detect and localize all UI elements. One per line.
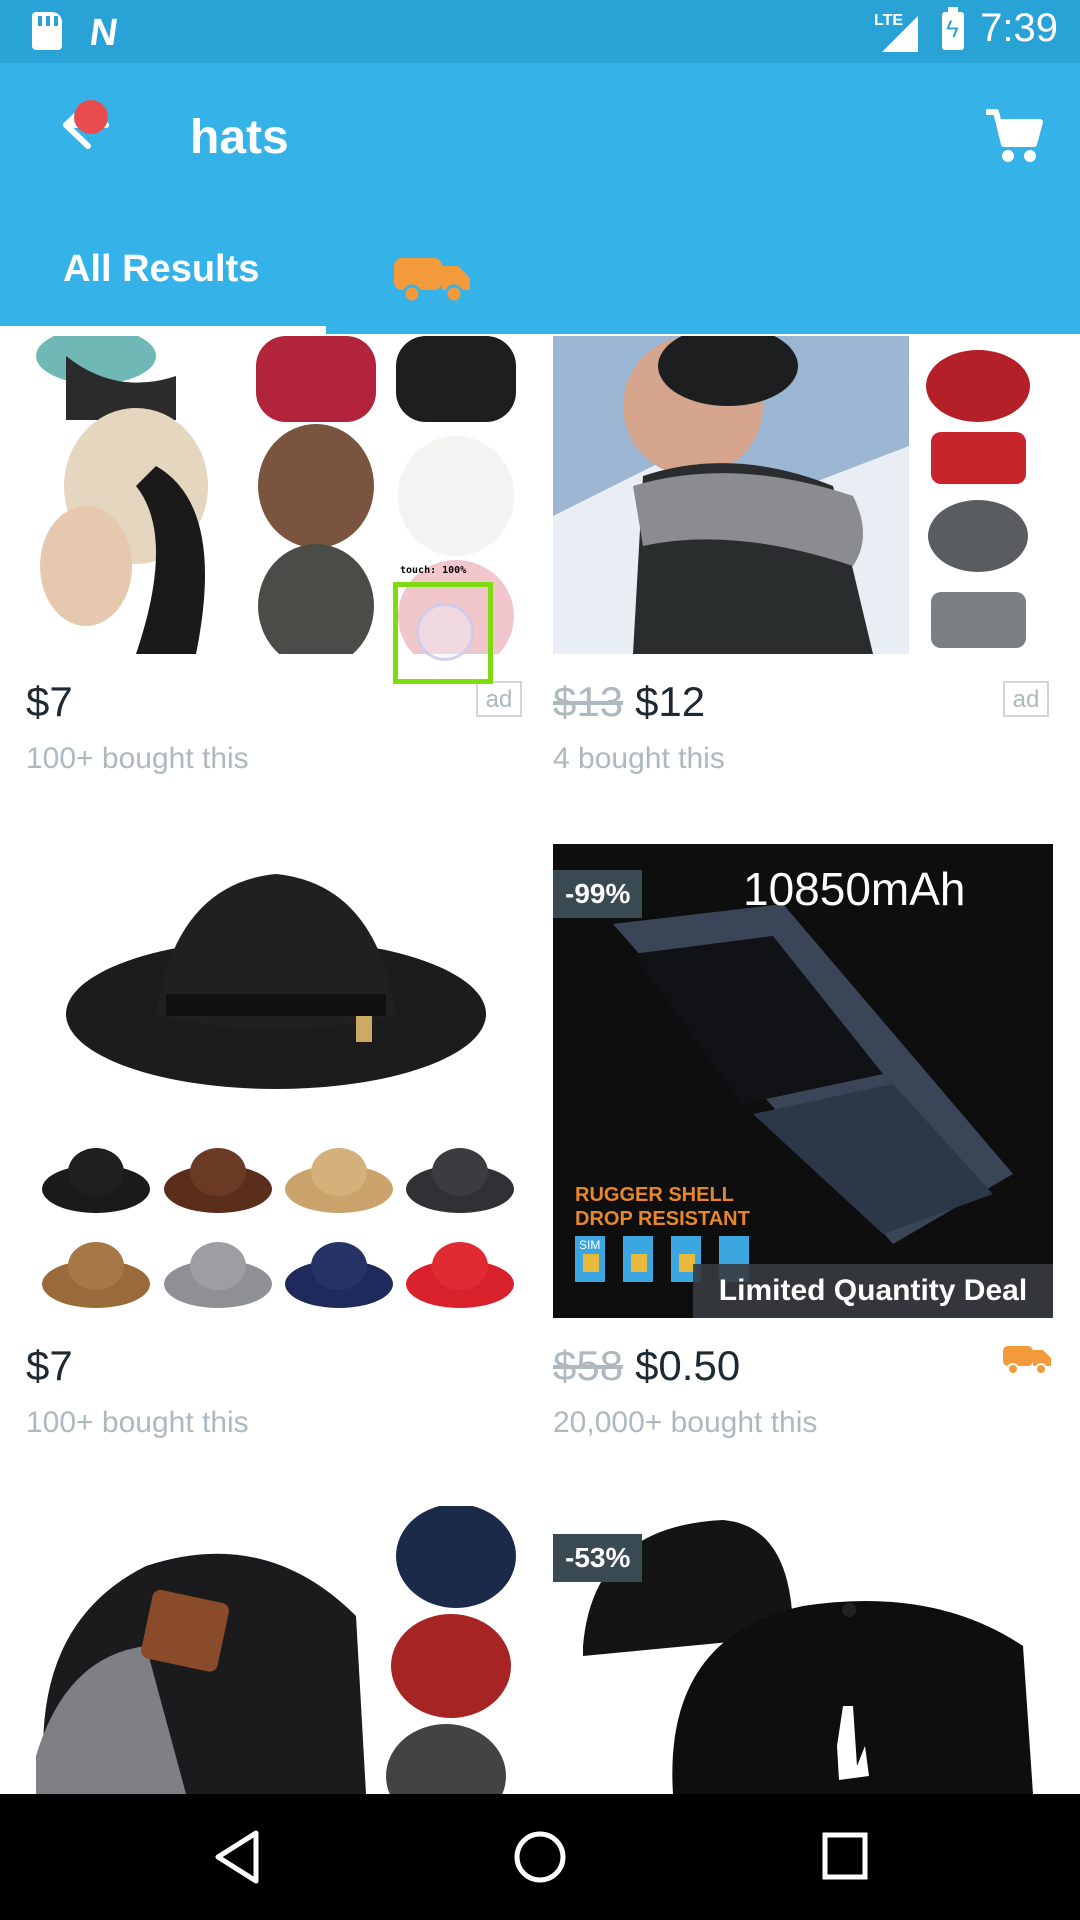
page-title: hats <box>190 111 289 164</box>
signal-icon <box>882 16 918 52</box>
tab-indicator <box>0 326 326 334</box>
touch-indicator: touch: 100% <box>393 565 493 684</box>
status-bar: N LTE ϟ 7:39 <box>0 0 1080 63</box>
clock: 7:39 <box>980 6 1058 50</box>
tab-all-results[interactable]: All Results <box>0 240 326 330</box>
nav-back-icon[interactable] <box>212 1829 262 1885</box>
nav-home-icon[interactable] <box>512 1829 568 1885</box>
product-price: $7 <box>26 678 73 725</box>
sold-count: 4 bought this <box>553 742 725 775</box>
product-card[interactable]: $7 100+ bought this <box>26 844 526 1444</box>
sold-count: 100+ bought this <box>26 742 249 775</box>
product-card[interactable]: $7 ad 100+ bought this <box>26 336 526 786</box>
product-card[interactable] <box>26 1506 526 1794</box>
product-price: $13 $12 <box>553 678 706 725</box>
cart-button[interactable] <box>982 104 1046 168</box>
product-image <box>26 844 526 1318</box>
ad-badge: ad <box>1003 681 1049 717</box>
nav-recents-icon[interactable] <box>820 1829 870 1885</box>
sim-label: SIM <box>579 1238 601 1252</box>
product-image: -53% <box>553 1506 1053 1794</box>
discount-badge: -53% <box>553 1534 643 1582</box>
sold-count: 100+ bought this <box>26 1406 249 1439</box>
product-card[interactable]: -53% <box>553 1506 1053 1794</box>
product-image: -99% 10850mAh RUGGER SHELL DROP RESISTAN… <box>553 844 1053 1318</box>
product-price: $58 $0.50 <box>553 1342 741 1389</box>
shipping-truck-icon <box>394 258 470 304</box>
battery-icon: ϟ <box>942 7 964 50</box>
touch-label: touch: 100% <box>400 565 467 576</box>
capacity-label: 10850mAh <box>743 863 966 915</box>
ad-badge: ad <box>476 681 522 717</box>
product-image <box>553 336 1053 654</box>
sold-count: 20,000+ bought this <box>553 1406 818 1439</box>
cart-icon <box>986 109 1043 162</box>
system-nav-bar <box>0 1794 1080 1920</box>
notification-dot <box>74 100 108 134</box>
product-card[interactable]: $13 $12 ad 4 bought this <box>553 336 1053 786</box>
tab-fast-shipping[interactable] <box>392 248 474 304</box>
app-notification-icon: N <box>87 12 121 54</box>
drop-label: DROP RESISTANT <box>575 1208 750 1230</box>
fast-shipping-icon <box>1001 1340 1055 1381</box>
sd-card-icon <box>32 12 62 50</box>
limited-deal-banner: Limited Quantity Deal <box>693 1264 1053 1318</box>
rugger-label: RUGGER SHELL <box>575 1184 734 1206</box>
tab-label: All Results <box>63 248 260 290</box>
product-image <box>26 1506 526 1794</box>
product-card[interactable]: -99% 10850mAh RUGGER SHELL DROP RESISTAN… <box>553 844 1053 1444</box>
product-price: $7 <box>26 1342 73 1389</box>
discount-badge: -99% <box>553 870 643 918</box>
